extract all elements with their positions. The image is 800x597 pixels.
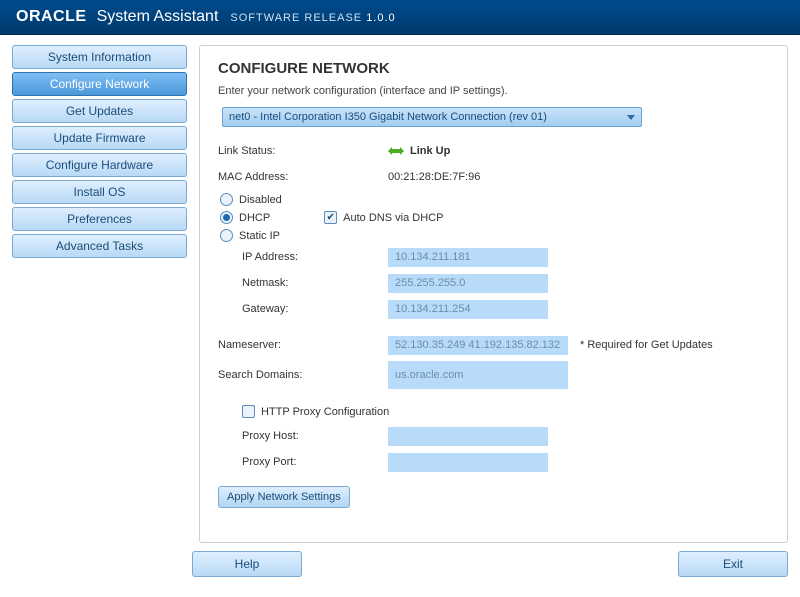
exit-button[interactable]: Exit: [678, 551, 788, 577]
netmask-label: Netmask:: [242, 277, 388, 289]
footer: Help Exit: [0, 551, 800, 577]
link-status-value: Link Up: [410, 145, 450, 157]
mode-static-radio[interactable]: [220, 229, 233, 242]
chevron-down-icon: [627, 115, 635, 120]
sidebar-item-get-updates[interactable]: Get Updates: [12, 99, 187, 123]
content-panel: CONFIGURE NETWORK Enter your network con…: [199, 45, 788, 543]
interface-select-value: net0 - Intel Corporation I350 Gigabit Ne…: [229, 111, 547, 123]
auto-dns-label: Auto DNS via DHCP: [343, 212, 443, 224]
mode-disabled-label: Disabled: [239, 194, 282, 206]
proxy-host-label: Proxy Host:: [242, 430, 388, 442]
mode-static-label: Static IP: [239, 230, 280, 242]
proxy-port-input[interactable]: [388, 453, 548, 472]
sidebar-item-configure-network[interactable]: Configure Network: [12, 72, 187, 96]
search-domains-label: Search Domains:: [218, 369, 388, 381]
auto-dns-checkbox[interactable]: ✔: [324, 211, 337, 224]
sidebar: System Information Configure Network Get…: [12, 45, 187, 543]
release-label: SOFTWARE RELEASE 1.0.0: [230, 12, 395, 24]
sidebar-item-update-firmware[interactable]: Update Firmware: [12, 126, 187, 150]
mode-dhcp-label: DHCP: [239, 212, 270, 224]
gateway-label: Gateway:: [242, 303, 388, 315]
help-button[interactable]: Help: [192, 551, 302, 577]
netmask-input[interactable]: [388, 274, 548, 293]
mode-dhcp-radio[interactable]: [220, 211, 233, 224]
sidebar-item-system-information[interactable]: System Information: [12, 45, 187, 69]
mac-address-label: MAC Address:: [218, 171, 388, 183]
link-status-label: Link Status:: [218, 145, 388, 157]
sidebar-item-advanced-tasks[interactable]: Advanced Tasks: [12, 234, 187, 258]
product-name: System Assistant: [97, 8, 219, 26]
link-up-icon: [388, 146, 404, 156]
title-bar: ORACLE System Assistant SOFTWARE RELEASE…: [0, 0, 800, 35]
sidebar-item-configure-hardware[interactable]: Configure Hardware: [12, 153, 187, 177]
apply-network-settings-button[interactable]: Apply Network Settings: [218, 486, 350, 508]
sidebar-item-preferences[interactable]: Preferences: [12, 207, 187, 231]
search-domains-input[interactable]: [388, 361, 568, 389]
page-title: CONFIGURE NETWORK: [218, 60, 769, 77]
proxy-host-input[interactable]: [388, 427, 548, 446]
nameserver-note: * Required for Get Updates: [580, 339, 713, 351]
interface-select[interactable]: net0 - Intel Corporation I350 Gigabit Ne…: [222, 107, 642, 127]
mac-address-value: 00:21:28:DE:7F:96: [388, 171, 480, 183]
page-subtitle: Enter your network configuration (interf…: [218, 85, 769, 97]
oracle-logo: ORACLE: [16, 8, 87, 26]
http-proxy-checkbox[interactable]: [242, 405, 255, 418]
ip-address-input[interactable]: [388, 248, 548, 267]
sidebar-item-install-os[interactable]: Install OS: [12, 180, 187, 204]
proxy-port-label: Proxy Port:: [242, 456, 388, 468]
ip-address-label: IP Address:: [242, 251, 388, 263]
mode-disabled-radio[interactable]: [220, 193, 233, 206]
nameserver-input[interactable]: [388, 336, 568, 355]
nameserver-label: Nameserver:: [218, 339, 388, 351]
gateway-input[interactable]: [388, 300, 548, 319]
http-proxy-label: HTTP Proxy Configuration: [261, 406, 389, 418]
